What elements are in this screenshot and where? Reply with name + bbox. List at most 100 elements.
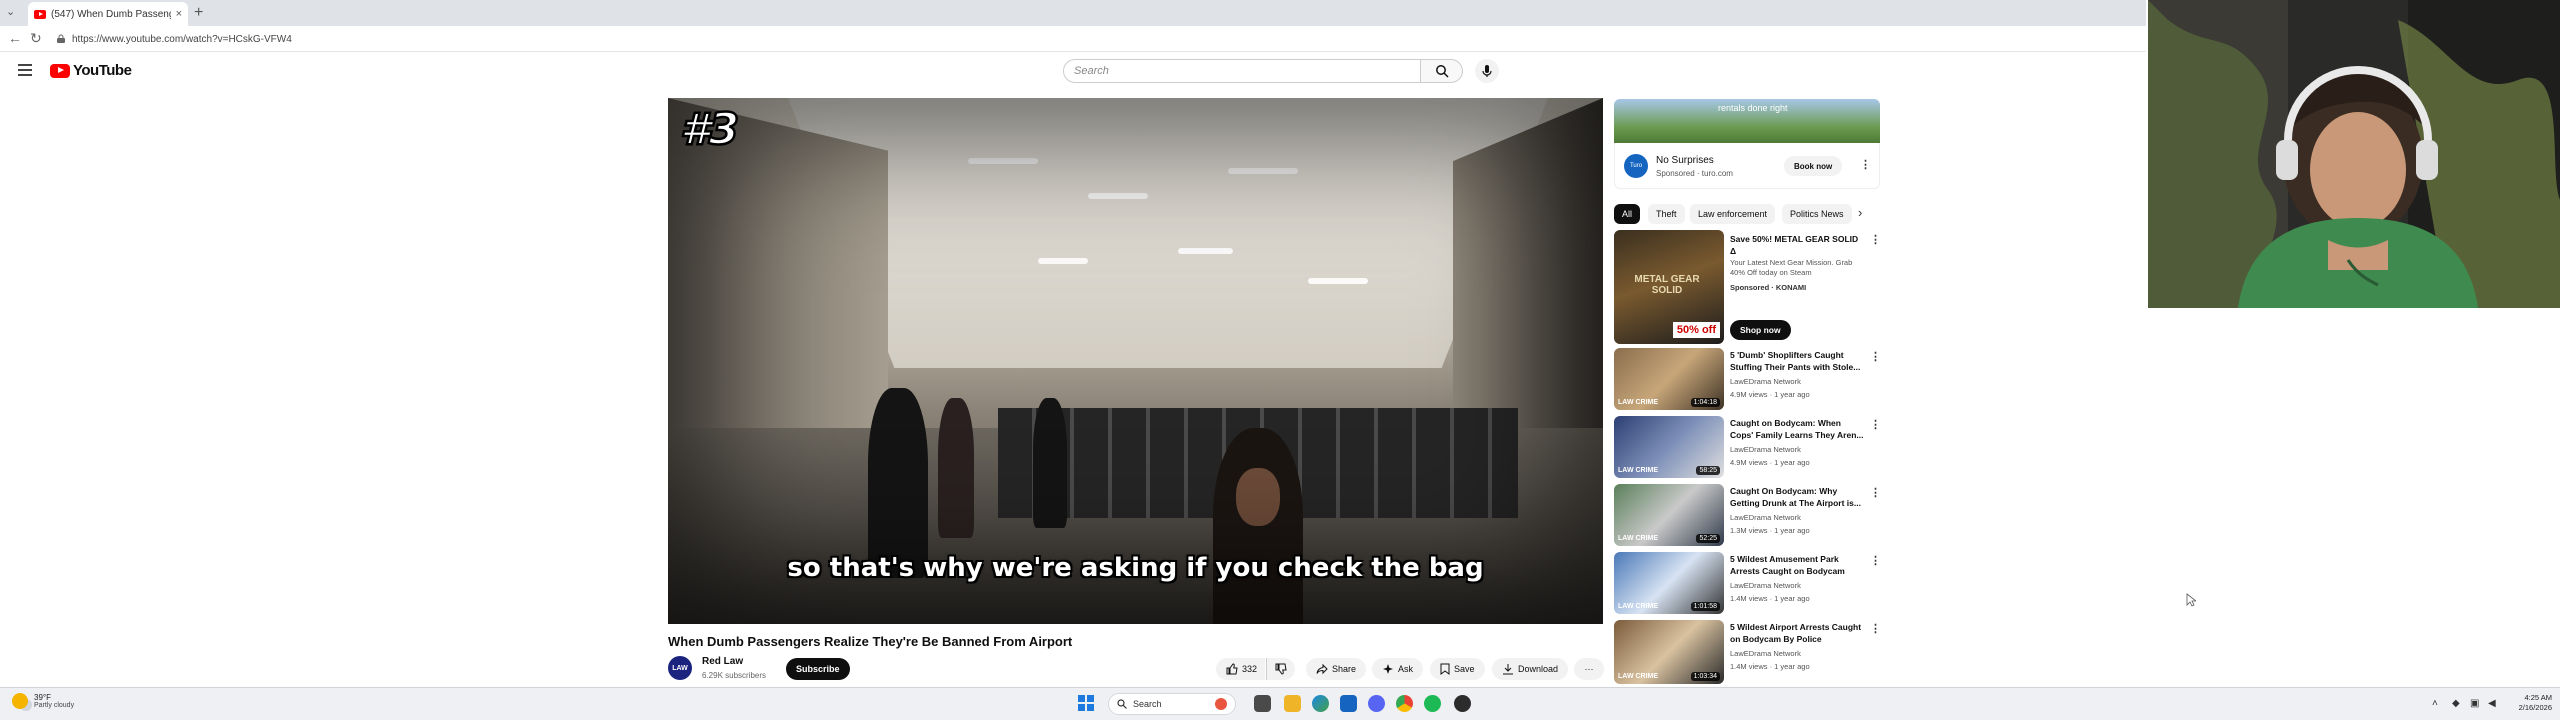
related-thumbnail[interactable]: LAW CRIME 1:01:58 [1614, 552, 1724, 614]
microsoft-store-icon[interactable] [1340, 695, 1357, 712]
new-tab-button[interactable]: + [194, 4, 203, 22]
channel-name[interactable]: Red Law [702, 656, 743, 667]
like-count: 332 [1242, 664, 1258, 674]
save-button[interactable]: Save [1430, 658, 1485, 680]
download-button[interactable]: Download [1492, 658, 1569, 680]
related-thumbnail[interactable]: LAW CRIME 1:03:34 [1614, 620, 1724, 684]
chip-theft[interactable]: Theft [1648, 204, 1685, 224]
related-video-channel[interactable]: LawEDrama Network [1730, 445, 1801, 454]
like-button[interactable]: 332 [1216, 658, 1266, 680]
subscribe-button[interactable]: Subscribe [786, 658, 850, 680]
task-view-icon[interactable] [1254, 695, 1271, 712]
promo-title[interactable]: Save 50%! METAL GEAR SOLID Δ [1730, 233, 1866, 257]
url-field[interactable]: https://www.youtube.com/watch?v=HCskG-VF… [56, 29, 2136, 49]
system-clock[interactable]: 4:25 AM 2/16/2026 [2506, 693, 2552, 713]
related-video-channel[interactable]: LawEDrama Network [1730, 377, 1801, 386]
mouse-cursor-icon [2186, 593, 2196, 607]
related-video-title[interactable]: 5 Wildest Airport Arrests Caught on Body… [1730, 621, 1866, 645]
video-duration: 1:01:58 [1690, 602, 1720, 611]
browser-tab-active[interactable]: (547) When Dumb Passengers × [28, 2, 188, 26]
app-icon[interactable] [1454, 695, 1471, 712]
reload-button[interactable]: ↻ [30, 30, 42, 47]
webcam-overlay [2148, 0, 2560, 308]
tray-overflow-chevron-icon[interactable]: ˄ [2432, 698, 2438, 709]
back-button[interactable]: ← [8, 30, 22, 46]
tab-close-button[interactable]: × [176, 8, 182, 20]
related-video-title[interactable]: 5 'Dumb' Shoplifters Caught Stuffing The… [1730, 349, 1866, 373]
related-video-channel[interactable]: LawEDrama Network [1730, 581, 1801, 590]
clock-time: 4:25 AM [2524, 693, 2552, 702]
search-input[interactable]: Search [1063, 59, 1421, 83]
search-icon [1435, 65, 1449, 78]
youtube-logo[interactable]: YouTube [50, 62, 132, 79]
network-icon[interactable]: ▣ [2470, 698, 2479, 709]
related-thumbnail[interactable]: LAW CRIME 52:25 [1614, 484, 1724, 546]
video-duration: 1:04:18 [1690, 398, 1720, 407]
related-video-meta: 1.3M views · 1 year ago [1730, 526, 1810, 535]
edge-browser-icon[interactable] [1312, 695, 1329, 712]
ad-more-icon[interactable]: ⋮ [1860, 158, 1871, 171]
taskbar-search-label: Search [1133, 699, 1162, 709]
share-button[interactable]: Share [1306, 658, 1367, 680]
ask-button[interactable]: Ask [1372, 658, 1424, 680]
voice-search-button[interactable] [1475, 59, 1499, 83]
related-more-icon[interactable]: ⋮ [1870, 486, 1881, 499]
windows-start-icon[interactable] [1078, 695, 1094, 711]
more-actions-button[interactable]: ··· [1574, 658, 1604, 680]
related-thumbnail[interactable]: LAW CRIME 58:25 [1614, 416, 1724, 478]
chip-politics-news[interactable]: Politics News [1782, 204, 1852, 224]
ask-label: Ask [1398, 664, 1414, 674]
related-more-icon[interactable]: ⋮ [1870, 350, 1881, 363]
video-rank-badge: #3 [679, 103, 741, 157]
promo-more-icon[interactable]: ⋮ [1870, 233, 1881, 246]
related-more-icon[interactable]: ⋮ [1870, 622, 1881, 635]
search-button[interactable] [1421, 59, 1463, 83]
chip-all[interactable]: All [1614, 204, 1641, 224]
tray-app-icon[interactable]: ◆ [2452, 698, 2460, 709]
volume-icon[interactable]: ◀ [2488, 698, 2496, 709]
chrome-icon[interactable] [1396, 695, 1413, 712]
file-explorer-icon[interactable] [1284, 695, 1301, 712]
ad-title[interactable]: No Surprises [1656, 155, 1714, 166]
ad-advertiser-logo[interactable]: Turo [1624, 154, 1648, 178]
webcam-feed-image [2148, 0, 2560, 308]
promo-shop-now-button[interactable]: Shop now [1730, 320, 1791, 340]
chips-next-chevron-icon[interactable]: › [1858, 205, 1862, 220]
promo-thumbnail[interactable]: METAL GEAR SOLID 50% off [1614, 230, 1724, 344]
related-video-title[interactable]: 5 Wildest Amusement Park Arrests Caught … [1730, 553, 1866, 577]
youtube-play-icon [50, 63, 70, 78]
hamburger-menu-icon[interactable] [18, 64, 32, 76]
site-info-icon[interactable] [56, 34, 66, 44]
related-video-channel[interactable]: LawEDrama Network [1730, 649, 1801, 658]
related-more-icon[interactable]: ⋮ [1870, 418, 1881, 431]
related-video-channel[interactable]: LawEDrama Network [1730, 513, 1801, 522]
promo-thumb-text: METAL GEAR SOLID [1634, 274, 1700, 296]
chip-law-enforcement[interactable]: Law enforcement [1690, 204, 1776, 224]
partly-cloudy-icon [12, 693, 28, 709]
related-thumbnail[interactable]: LAW CRIME 1:04:18 [1614, 348, 1724, 410]
bookmark-icon [1440, 663, 1450, 675]
related-video-title[interactable]: Caught on Bodycam: When Cops' Family Lea… [1730, 417, 1866, 441]
related-video-title[interactable]: Caught On Bodycam: Why Getting Drunk at … [1730, 485, 1866, 509]
spotify-icon[interactable] [1424, 695, 1441, 712]
ad-banner-image[interactable]: rentals done right [1614, 99, 1880, 143]
dislike-button[interactable] [1266, 658, 1295, 680]
related-video-meta: 4.9M views · 1 year ago [1730, 458, 1810, 467]
ad-book-now-button[interactable]: Book now [1784, 156, 1843, 176]
promo-discount-badge: 50% off [1672, 322, 1720, 338]
video-duration: 52:25 [1696, 534, 1720, 543]
video-player[interactable]: #3 so that's why we're asking if you che… [668, 98, 1603, 624]
channel-avatar[interactable]: LAW [668, 656, 692, 680]
related-more-icon[interactable]: ⋮ [1870, 554, 1881, 567]
weather-widget[interactable]: 39°F Partly cloudy [12, 693, 74, 709]
taskbar-search-icon [1117, 699, 1127, 709]
taskbar-search-box[interactable]: Search [1108, 693, 1236, 715]
sparkle-icon [1383, 664, 1393, 674]
weather-temp: 39°F [34, 693, 51, 702]
tab-search-dropdown[interactable]: ⌄ [6, 5, 15, 18]
thumbs-up-icon [1226, 663, 1238, 675]
discord-icon[interactable] [1368, 695, 1385, 712]
ad-banner-text: rentals done right [1718, 103, 1788, 113]
share-label: Share [1332, 664, 1357, 674]
weather-condition: Partly cloudy [34, 702, 75, 709]
